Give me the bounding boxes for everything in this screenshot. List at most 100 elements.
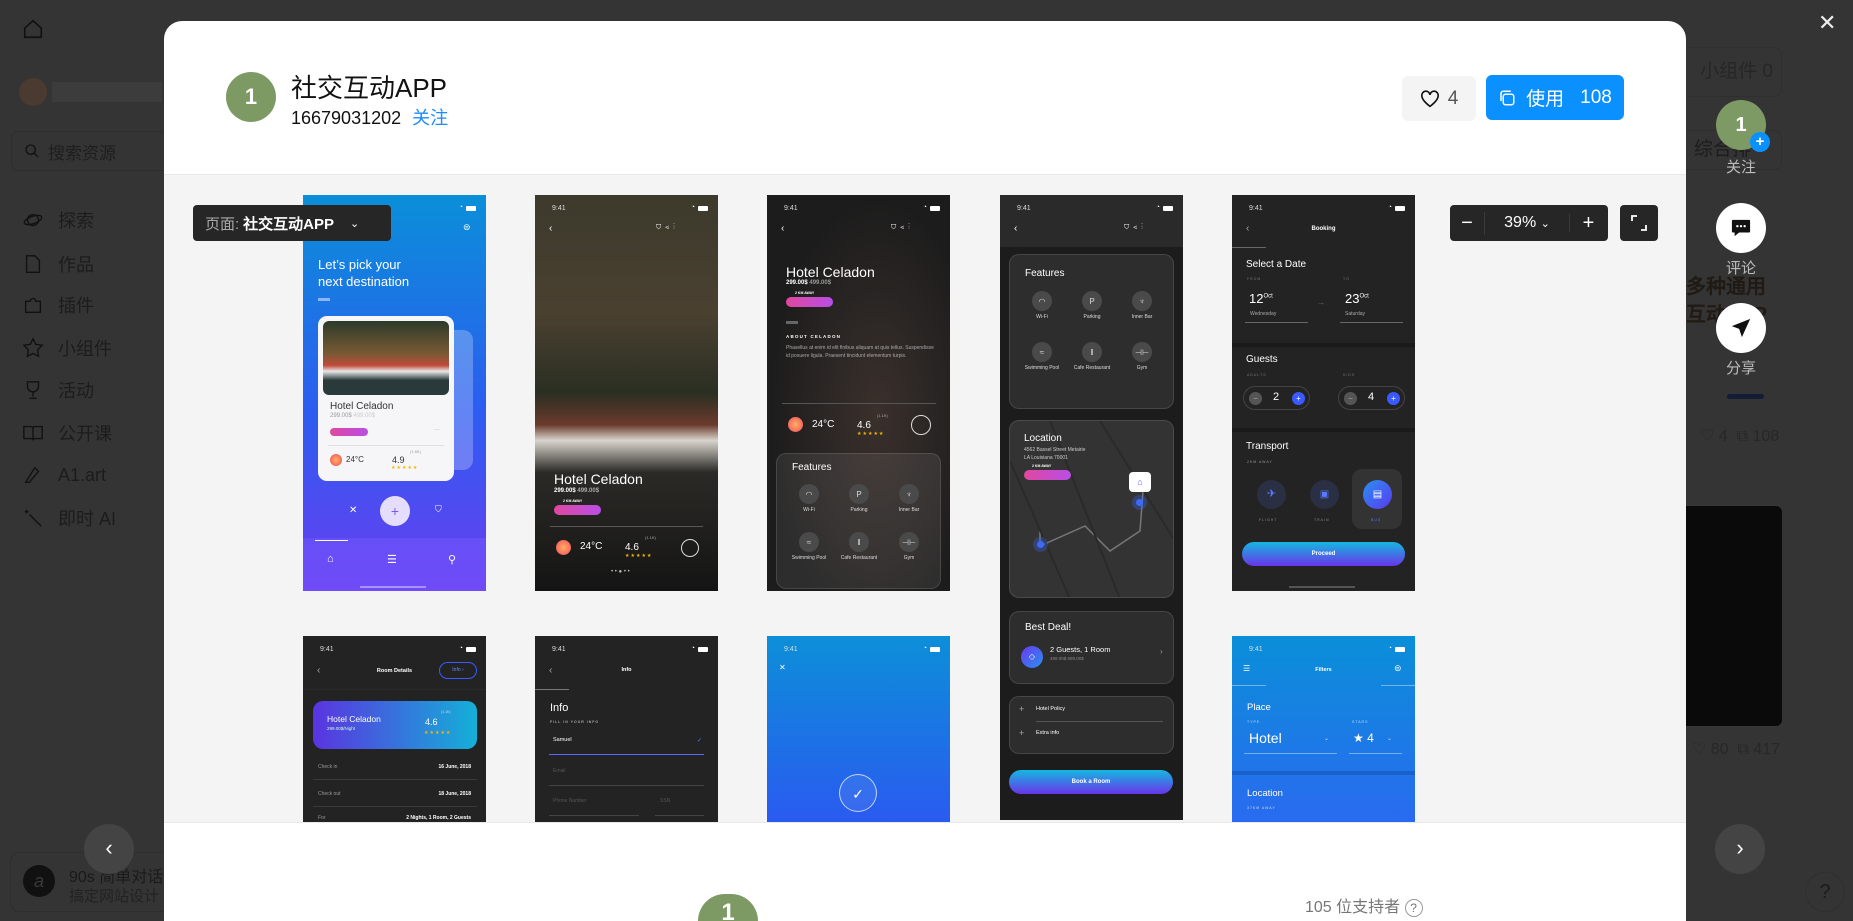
fullscreen-icon (1631, 215, 1647, 231)
page-selector[interactable]: 页面: 社交互动APP ⌄ (193, 205, 391, 241)
type-select[interactable]: Hotel (1249, 730, 1282, 746)
author-avatar[interactable]: 1 (226, 72, 276, 122)
feature-label: Inner Bar (898, 507, 920, 513)
feature-icon: ǁ (1082, 342, 1102, 362)
design-canvas[interactable]: ◔ ⊜ Let’s pick your next destination Hot… (164, 174, 1686, 823)
chevron-down-icon: ⌄ (1540, 218, 1550, 230)
email-field[interactable]: Email (553, 768, 566, 774)
next-button[interactable]: › (1715, 824, 1765, 874)
feature-label: Parking (850, 507, 868, 513)
share-button[interactable] (1716, 303, 1766, 353)
sidebar-item-label: 公开课 (58, 424, 112, 444)
diamond-icon: ◇ (1021, 646, 1043, 668)
sidebar-item-label: 小组件 (58, 339, 112, 359)
comment-button[interactable] (1716, 203, 1766, 253)
feature-icon: P (1082, 291, 1102, 311)
features-card: Features ◠ Wi-Fi P Parking ♆ Inner Bar ≈ Swimmi… (1009, 254, 1174, 409)
feature-icon: ⊣⊢ (899, 532, 919, 552)
ssn-field[interactable]: SSN (660, 798, 670, 804)
bus-icon[interactable]: ▤ (1363, 480, 1392, 509)
sidebar-item-courses[interactable]: 公开课 (22, 418, 112, 448)
screen-filters: 9:41 ◔ ☰ Filters ⊜ Place TYPE STARS Hotel… (1232, 636, 1415, 822)
zoom-control: − 39% ⌄ + (1450, 205, 1608, 241)
like-button[interactable]: 4 (1402, 76, 1476, 121)
sidebar-item-label: 即时 AI (58, 509, 117, 529)
book-room-button[interactable]: Book a Room (1009, 770, 1173, 794)
screen-hotel-long: 9:41 ◔ ‹ ⛉ ⋖ ⋮ Features ◠ Wi-Fi P Parking ♆ In… (1000, 195, 1183, 820)
follow-link[interactable]: 关注 (412, 108, 448, 128)
previous-button[interactable]: ‹ (84, 824, 134, 874)
info-button[interactable]: Info › (439, 662, 477, 679)
planet-icon (23, 213, 43, 227)
feature-label: Inner Bar (1131, 314, 1153, 320)
features-card: Features ◠ Wi-Fi P Parking ♆ Inner Bar ≈ Swimmi… (776, 453, 941, 589)
file-icon (25, 255, 41, 273)
screen-home: ◔ ⊜ Let’s pick your next destination Hot… (303, 195, 486, 591)
share-icon (1731, 318, 1751, 338)
bookmark-icon: ⛉ (435, 504, 442, 514)
fullscreen-button[interactable] (1620, 205, 1658, 241)
zoom-in-button[interactable]: + (1570, 212, 1607, 235)
sidebar-item-label: 作品 (58, 255, 94, 275)
feature-label: Wi-Fi (803, 507, 815, 513)
zoom-level-dropdown[interactable]: 39% ⌄ (1485, 214, 1570, 232)
feature-label: Swimming Pool (1024, 365, 1060, 371)
deal-card[interactable]: Best Deal! ◇ 2 Guests, 1 Room 499.00$ 69… (1009, 611, 1174, 684)
hotel-card[interactable]: Hotel Celadon 299.00$ 499.00$ ··· 24°C 4… (318, 316, 454, 481)
author-line: 16679031202 关注 (291, 104, 448, 130)
sidebar-item-widgets[interactable]: 小组件 (22, 333, 112, 363)
heart-icon (1420, 89, 1439, 107)
help-button[interactable]: ? (1805, 872, 1845, 912)
feature-icon: ≈ (1032, 342, 1052, 362)
add-button: + (380, 496, 410, 526)
feature-icon: ≈ (799, 532, 819, 552)
supporter-avatar[interactable]: 1 (698, 894, 758, 921)
user-avatar[interactable] (19, 78, 47, 106)
card-thumbnail[interactable] (1686, 506, 1782, 726)
search-box[interactable]: 搜索资源 (11, 131, 171, 171)
widget-tab[interactable]: 小组件 0 (1678, 47, 1782, 97)
feature-icon: ♆ (899, 484, 919, 504)
feature-icon: ◠ (799, 484, 819, 504)
help-icon[interactable]: ? (1404, 899, 1423, 917)
home-icon[interactable] (22, 18, 44, 40)
phone-field[interactable]: Phone Number (553, 798, 587, 804)
hotel-photo (323, 321, 449, 395)
proceed-button[interactable]: Proceed (1242, 542, 1405, 566)
sidebar-item-explore[interactable]: 探索 (22, 205, 94, 235)
widget-icon (22, 337, 44, 358)
like-count: 4 (1447, 87, 1459, 109)
brush-icon (24, 466, 40, 484)
zoom-out-button[interactable]: − (1450, 211, 1485, 235)
search-input[interactable]: 搜索资源 (48, 139, 116, 164)
name-field[interactable]: Samuel (553, 737, 572, 743)
kids-stepper[interactable]: − 4 + (1338, 386, 1405, 410)
feature-icon: ⊣⊢ (1132, 342, 1152, 362)
copy-icon (1500, 90, 1515, 105)
sidebar-item-a1art[interactable]: A1.art (22, 460, 106, 490)
filter-icon: ⊜ (463, 222, 471, 232)
follow-plus-icon[interactable]: + (1750, 132, 1770, 152)
close-icon[interactable]: ✕ (1818, 10, 1836, 36)
flight-icon[interactable]: ✈ (1257, 480, 1286, 509)
use-count: 108 (1580, 86, 1612, 108)
book-icon (23, 425, 43, 441)
feature-label: Gym (1136, 365, 1148, 371)
adults-stepper[interactable]: − 2 + (1243, 386, 1310, 410)
sidebar-item-plugins[interactable]: 插件 (22, 290, 94, 320)
stars-select[interactable]: ★ 4 (1353, 731, 1374, 745)
sidebar-item-works[interactable]: 作品 (22, 249, 94, 279)
sidebar-item-instant-ai[interactable]: 即时 AI (22, 503, 116, 533)
supporters-count: 105 位支持者 ? (1305, 893, 1423, 917)
screen-hotel-about: 9:41 ◔ ‹ ⛉ ⋖ ⋮ Hotel Celadon 299.00$ 499.… (767, 195, 950, 591)
feature-label: Cafe Restaurant (1073, 365, 1111, 371)
trophy-icon (26, 381, 40, 399)
use-button[interactable]: 使用 108 (1486, 75, 1624, 120)
policy-card[interactable]: + Hotel Policy + Extra info (1009, 696, 1174, 754)
sidebar-item-events[interactable]: 活动 (22, 375, 94, 405)
house-pin-icon: ⌂ (1129, 472, 1151, 492)
author-name[interactable]: 16679031202 (291, 108, 401, 128)
train-icon[interactable]: ▣ (1310, 480, 1339, 509)
card-stats: ♡ 80 ⧉ 417 (1692, 741, 1781, 758)
project-title: 社交互动APP (291, 73, 448, 103)
